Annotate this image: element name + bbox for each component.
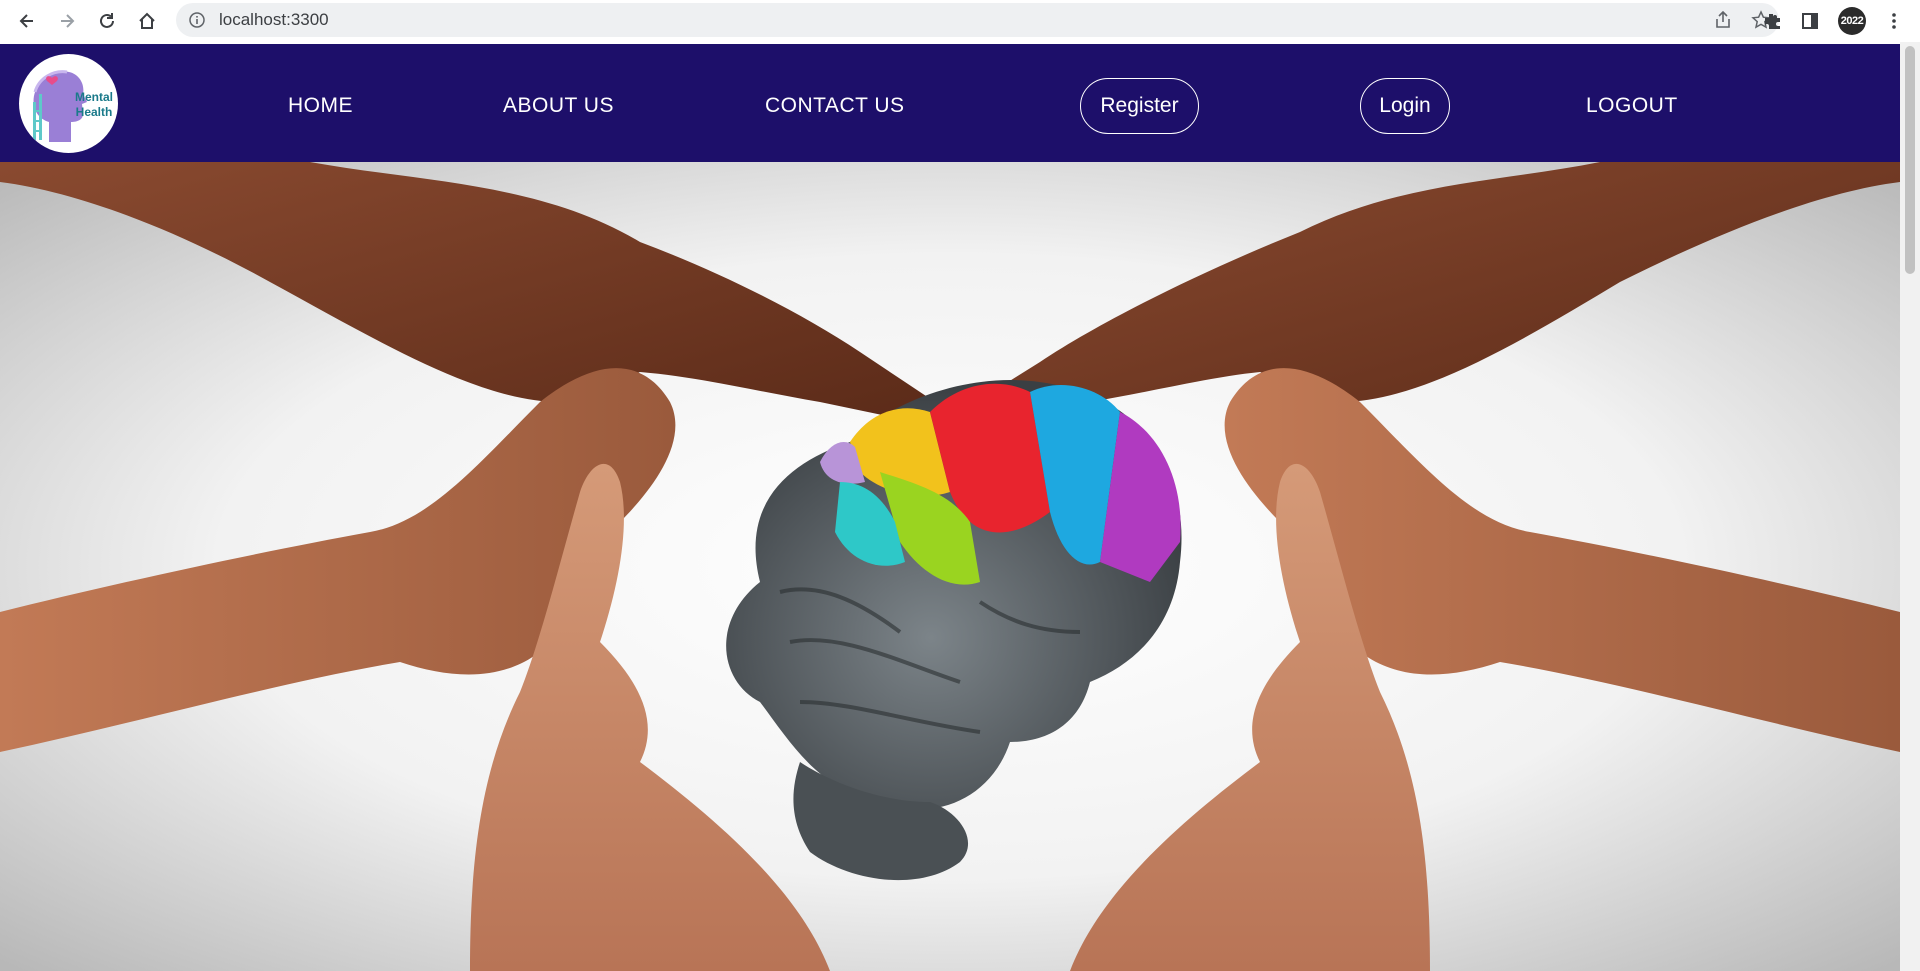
nav-contact-us[interactable]: CONTACT US [765, 94, 905, 118]
back-icon[interactable] [7, 1, 47, 41]
page-scrollbar[interactable] [1900, 42, 1920, 971]
site-info-icon[interactable] [189, 12, 205, 28]
profile-avatar[interactable]: 2022 [1838, 7, 1866, 35]
logo-text-line2: Health [75, 105, 113, 119]
side-panel-icon[interactable] [1800, 11, 1820, 31]
address-bar[interactable]: localhost:3300 [176, 3, 1779, 37]
scrollbar-thumb[interactable] [1905, 46, 1915, 274]
home-icon[interactable] [127, 1, 167, 41]
browser-toolbar: localhost:3300 2022 [0, 0, 1920, 42]
logo-text: Mental Health [75, 90, 113, 120]
register-button[interactable]: Register [1080, 78, 1199, 134]
nav-home[interactable]: HOME [288, 94, 353, 118]
forward-icon[interactable] [47, 1, 87, 41]
logo-text-line1: Mental [75, 90, 114, 104]
menu-kebab-icon[interactable] [1884, 11, 1904, 31]
extensions-icon[interactable] [1762, 11, 1782, 31]
site-navbar: Mental Health HOME ABOUT US CONTACT US R… [0, 44, 1900, 162]
page-viewport: Mental Health HOME ABOUT US CONTACT US R… [0, 42, 1900, 971]
site-logo[interactable]: Mental Health [19, 54, 118, 153]
hero-image [0, 162, 1900, 971]
url-text[interactable]: localhost:3300 [219, 10, 329, 30]
reload-icon[interactable] [87, 1, 127, 41]
login-button[interactable]: Login [1360, 78, 1450, 134]
hands-heart-brain-illustration [0, 162, 1900, 971]
share-icon[interactable] [1713, 10, 1733, 30]
nav-about-us[interactable]: ABOUT US [503, 94, 614, 118]
nav-logout[interactable]: LOGOUT [1586, 94, 1678, 118]
